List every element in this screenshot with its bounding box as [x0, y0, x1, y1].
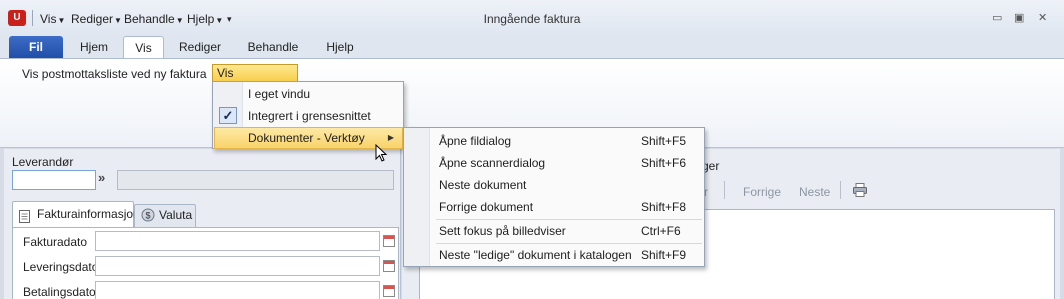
menu-item-label: Åpne fildialog: [439, 134, 512, 148]
leveringsdato-label: Leveringsdato: [23, 260, 99, 274]
fakturadato-input[interactable]: [95, 231, 380, 251]
tab-valuta[interactable]: $ Valuta: [134, 204, 196, 227]
vis-dokument-menu: I eget vindu ✓ Integrert i grensesnittet…: [212, 81, 404, 149]
leverandor-label: Leverandør: [12, 155, 74, 169]
calendar-icon[interactable]: [383, 285, 395, 297]
menu-item-shortcut: Shift+F9: [641, 248, 687, 262]
tab-vis[interactable]: Vis: [123, 36, 164, 58]
svg-text:$: $: [145, 211, 150, 221]
tab-hjelp[interactable]: Hjelp: [318, 36, 362, 58]
currency-icon: $: [141, 208, 155, 229]
menu-item-label: Dokumenter - Verktøy: [248, 131, 365, 145]
window-title: Inngående faktura: [483, 12, 581, 26]
left-panel: Leverandør » Fakturainformasjon $ Valuta…: [4, 149, 401, 299]
menu-item-integrert[interactable]: ✓ Integrert i grensesnittet: [214, 105, 403, 127]
leverandor-input[interactable]: [12, 170, 96, 190]
vis-dokument-dropdown[interactable]: Vis dokument▼: [212, 64, 298, 96]
close-button[interactable]: ✕: [1038, 11, 1047, 24]
double-chevron-right-icon[interactable]: »: [98, 170, 105, 185]
printer-icon[interactable]: [852, 182, 868, 201]
menu-item-sett-fokus[interactable]: Sett fokus på billedviser Ctrl+F6: [405, 220, 703, 242]
fakturainformasjon-form: Fakturadato Leveringsdato Betalingsdato: [12, 227, 399, 299]
menu-item-shortcut: Shift+F6: [641, 156, 687, 170]
menu-item-shortcut: Shift+F5: [641, 134, 687, 148]
menu-item-label: I eget vindu: [248, 87, 311, 101]
tab-label: Fakturainformasjon: [37, 207, 140, 221]
tab-label: Valuta: [159, 208, 193, 222]
minimize-button[interactable]: ▭: [992, 11, 1002, 24]
menu-item-label: Integrert i grensesnittet: [248, 109, 371, 123]
betalingsdato-label: Betalingsdato: [23, 285, 96, 299]
menu-item-neste-dokument[interactable]: Neste dokument: [405, 174, 703, 196]
menu-item-shortcut: Shift+F8: [641, 200, 687, 214]
menu-item-label: Forrige dokument: [439, 200, 534, 214]
menu-item-forrige-dokument[interactable]: Forrige dokument Shift+F8: [405, 196, 703, 218]
leveringsdato-input[interactable]: [95, 256, 380, 276]
menu-item-label: Sett fokus på billedviser: [439, 224, 566, 238]
tab-rediger[interactable]: Rediger: [172, 36, 228, 58]
calendar-icon[interactable]: [383, 260, 395, 272]
calendar-icon[interactable]: [383, 235, 395, 247]
mouse-cursor-icon: [375, 143, 389, 167]
file-tab[interactable]: Fil: [9, 36, 63, 58]
menu-item-apne-fildialog[interactable]: Åpne fildialog Shift+F5: [405, 130, 703, 152]
forrige-button[interactable]: Forrige: [743, 185, 781, 199]
betalingsdato-input[interactable]: [95, 281, 380, 299]
tab-behandle[interactable]: Behandle: [240, 36, 306, 58]
toolbar-separator: [724, 181, 725, 199]
menu-item-label: Neste "ledige" dokument i katalogen: [439, 248, 632, 262]
postmottak-label[interactable]: Vis postmottaksliste ved ny faktura: [22, 67, 207, 81]
title-bar: U Vis▼ Rediger▼ Behandle▼ Hjelp▼ ▾ Inngå…: [0, 0, 1064, 36]
neste-button[interactable]: Neste: [799, 185, 830, 199]
verktoy-submenu: Åpne fildialog Shift+F5 Åpne scannerdialo…: [403, 127, 705, 267]
checkmark-icon: ✓: [219, 107, 237, 124]
menu-item-neste-ledige-dokument[interactable]: Neste "ledige" dokument i katalogen Shift…: [405, 244, 703, 266]
menu-item-label: Åpne scannerdialog: [439, 156, 546, 170]
tab-fakturainformasjon[interactable]: Fakturainformasjon: [12, 201, 140, 227]
menu-item-label: Neste dokument: [439, 178, 527, 192]
ribbon-tab-bar: Fil Hjem Vis Rediger Behandle Hjelp: [0, 36, 1064, 58]
leverandor-name-field: [117, 170, 394, 190]
menu-item-apne-scannerdialog[interactable]: Åpne scannerdialog Shift+F6: [405, 152, 703, 174]
menu-item-shortcut: Ctrl+F6: [641, 224, 681, 238]
menu-item-i-eget-vindu[interactable]: I eget vindu: [214, 83, 403, 105]
toolbar-separator: [840, 181, 841, 199]
fakturadato-label: Fakturadato: [23, 235, 88, 249]
tab-hjem[interactable]: Hjem: [72, 36, 116, 58]
restore-button[interactable]: ▣: [1014, 11, 1024, 24]
